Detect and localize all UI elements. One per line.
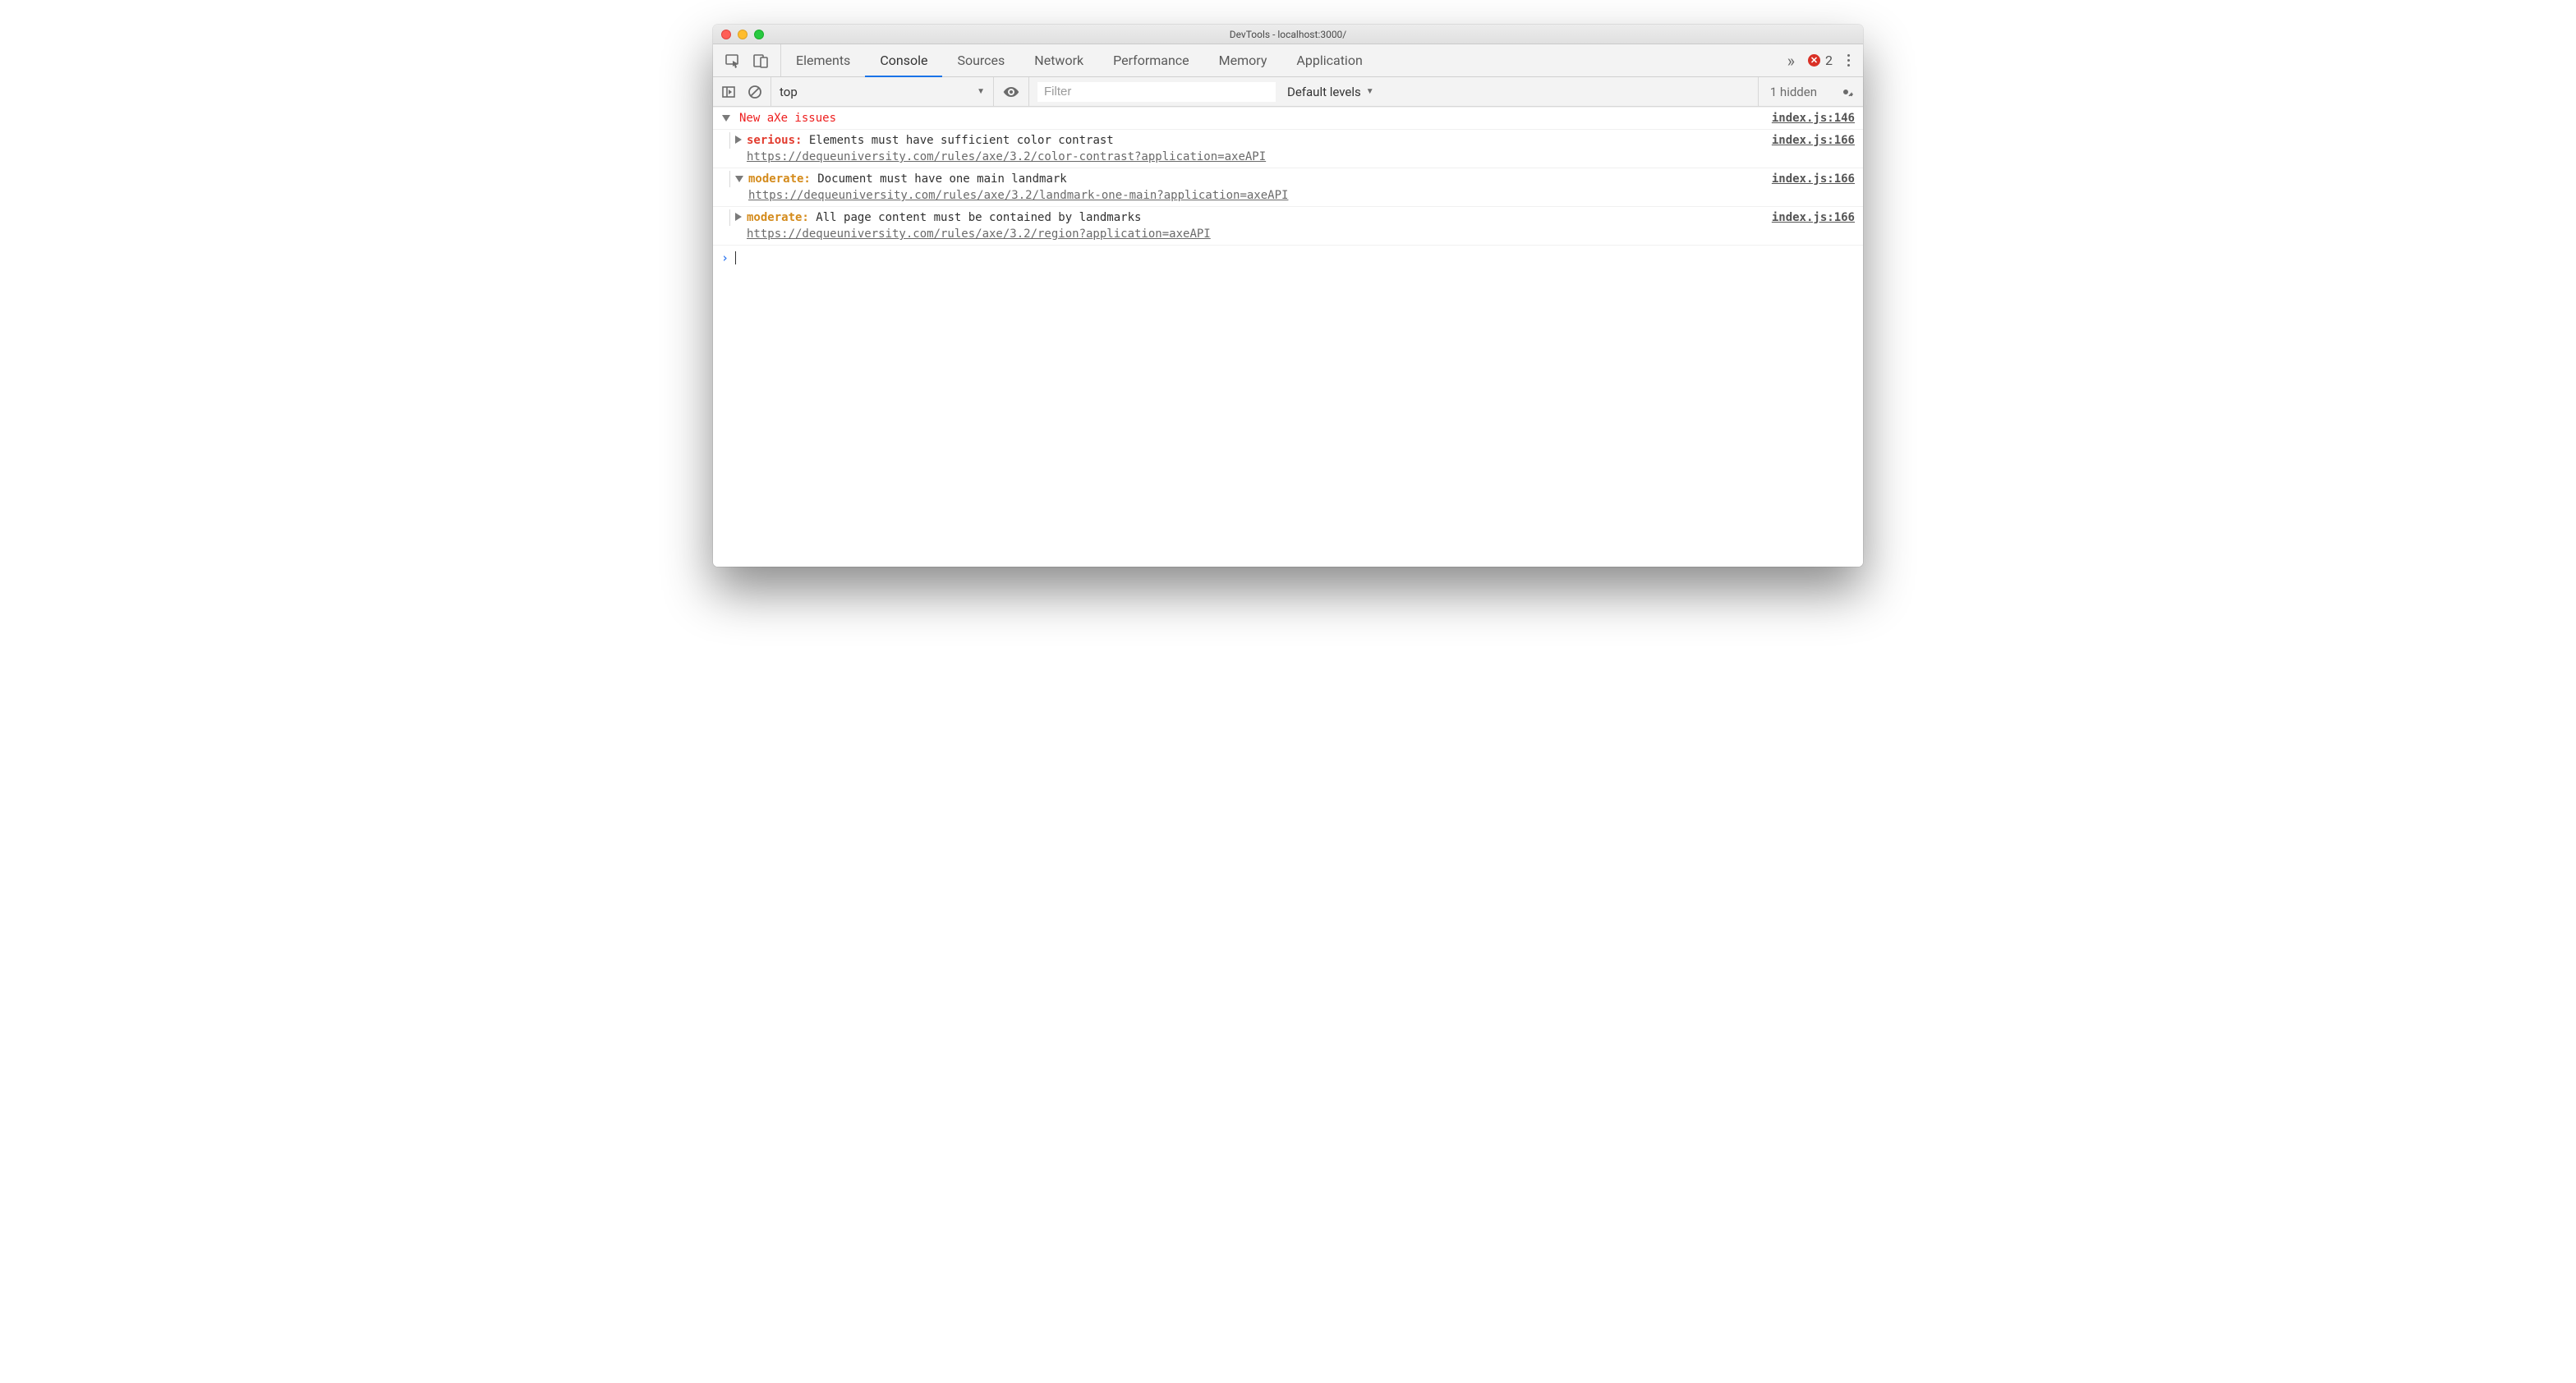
prompt-chevron-icon: › (721, 250, 729, 265)
context-value: top (780, 85, 798, 99)
clear-console-icon[interactable] (748, 85, 762, 99)
tab-label: Performance (1113, 53, 1189, 68)
tab-label: Console (880, 53, 927, 68)
source-link[interactable]: index.js:166 (1755, 171, 1855, 187)
tab-application[interactable]: Application (1281, 44, 1377, 76)
toggle-sidebar-icon[interactable] (721, 85, 736, 99)
chevron-down-icon: ▼ (1366, 87, 1374, 96)
entry-message: Elements must have sufficient color cont… (809, 134, 1114, 147)
console-entry[interactable]: moderate: All page content must be conta… (713, 207, 1863, 246)
tab-performance[interactable]: Performance (1098, 44, 1204, 76)
group-title: New aXe issues (739, 110, 1750, 126)
error-count: 2 (1825, 53, 1833, 68)
hidden-messages-count[interactable]: 1 hidden (1758, 77, 1828, 106)
tab-label: Network (1034, 53, 1083, 68)
hidden-label: 1 hidden (1770, 85, 1817, 99)
source-link[interactable]: index.js:166 (1755, 132, 1855, 149)
caret-down-icon (735, 176, 743, 182)
caret-right-icon (735, 136, 742, 144)
tab-memory[interactable]: Memory (1204, 44, 1282, 76)
minimize-window-button[interactable] (738, 30, 748, 39)
tab-sources[interactable]: Sources (942, 44, 1019, 76)
entry-url[interactable]: https://dequeuniversity.com/rules/axe/3.… (748, 189, 1288, 202)
tab-network[interactable]: Network (1019, 44, 1098, 76)
severity-label: moderate: (748, 172, 811, 186)
tab-label: Memory (1219, 53, 1267, 68)
source-link[interactable]: index.js:146 (1755, 110, 1855, 126)
console-entry[interactable]: moderate: Document must have one main la… (713, 168, 1863, 207)
live-expression-icon[interactable] (1002, 85, 1020, 99)
caret-down-icon (722, 115, 730, 122)
error-count-badge[interactable]: ✕ 2 (1808, 53, 1833, 68)
entry-message: Document must have one main landmark (817, 172, 1066, 186)
chevron-down-icon: ▼ (977, 87, 985, 96)
error-icon: ✕ (1808, 54, 1820, 67)
tab-label: Elements (796, 53, 850, 68)
caret-right-icon (735, 213, 742, 221)
device-toolbar-icon[interactable] (752, 53, 769, 69)
console-prompt[interactable]: › (713, 246, 1863, 270)
console-settings-icon[interactable] (1828, 85, 1863, 99)
console-output: New aXe issues index.js:146 serious: Ele… (713, 107, 1863, 567)
tab-elements[interactable]: Elements (781, 44, 865, 76)
prompt-cursor (735, 251, 736, 264)
console-group-header[interactable]: New aXe issues index.js:146 (713, 107, 1863, 130)
tab-label: Sources (957, 53, 1005, 68)
filter-input[interactable] (1037, 82, 1276, 102)
titlebar: DevTools - localhost:3000/ (713, 25, 1863, 44)
traffic-lights (713, 30, 764, 39)
entry-message: All page content must be contained by la… (816, 211, 1141, 224)
window-title: DevTools - localhost:3000/ (713, 29, 1863, 40)
more-tabs-icon[interactable]: » (1787, 51, 1795, 71)
log-levels-selector[interactable]: Default levels ▼ (1276, 85, 1386, 99)
settings-menu-icon[interactable] (1846, 51, 1852, 70)
inspect-element-icon[interactable] (724, 53, 741, 69)
severity-label: moderate: (747, 211, 809, 224)
context-selector[interactable]: top ▼ (780, 85, 985, 99)
tab-list: Elements Console Sources Network Perform… (781, 44, 1776, 76)
severity-label: serious: (747, 134, 802, 147)
zoom-window-button[interactable] (754, 30, 764, 39)
devtools-window: DevTools - localhost:3000/ Elements Cons… (713, 25, 1863, 567)
console-entry[interactable]: serious: Elements must have sufficient c… (713, 130, 1863, 168)
entry-url[interactable]: https://dequeuniversity.com/rules/axe/3.… (747, 150, 1266, 163)
entry-url[interactable]: https://dequeuniversity.com/rules/axe/3.… (747, 227, 1211, 241)
levels-label: Default levels (1287, 85, 1361, 99)
tab-label: Application (1296, 53, 1362, 68)
tab-console[interactable]: Console (865, 44, 942, 76)
panel-tabs: Elements Console Sources Network Perform… (713, 44, 1863, 77)
source-link[interactable]: index.js:166 (1755, 209, 1855, 226)
close-window-button[interactable] (721, 30, 731, 39)
console-toolbar: top ▼ Default levels ▼ 1 hidden (713, 77, 1863, 107)
